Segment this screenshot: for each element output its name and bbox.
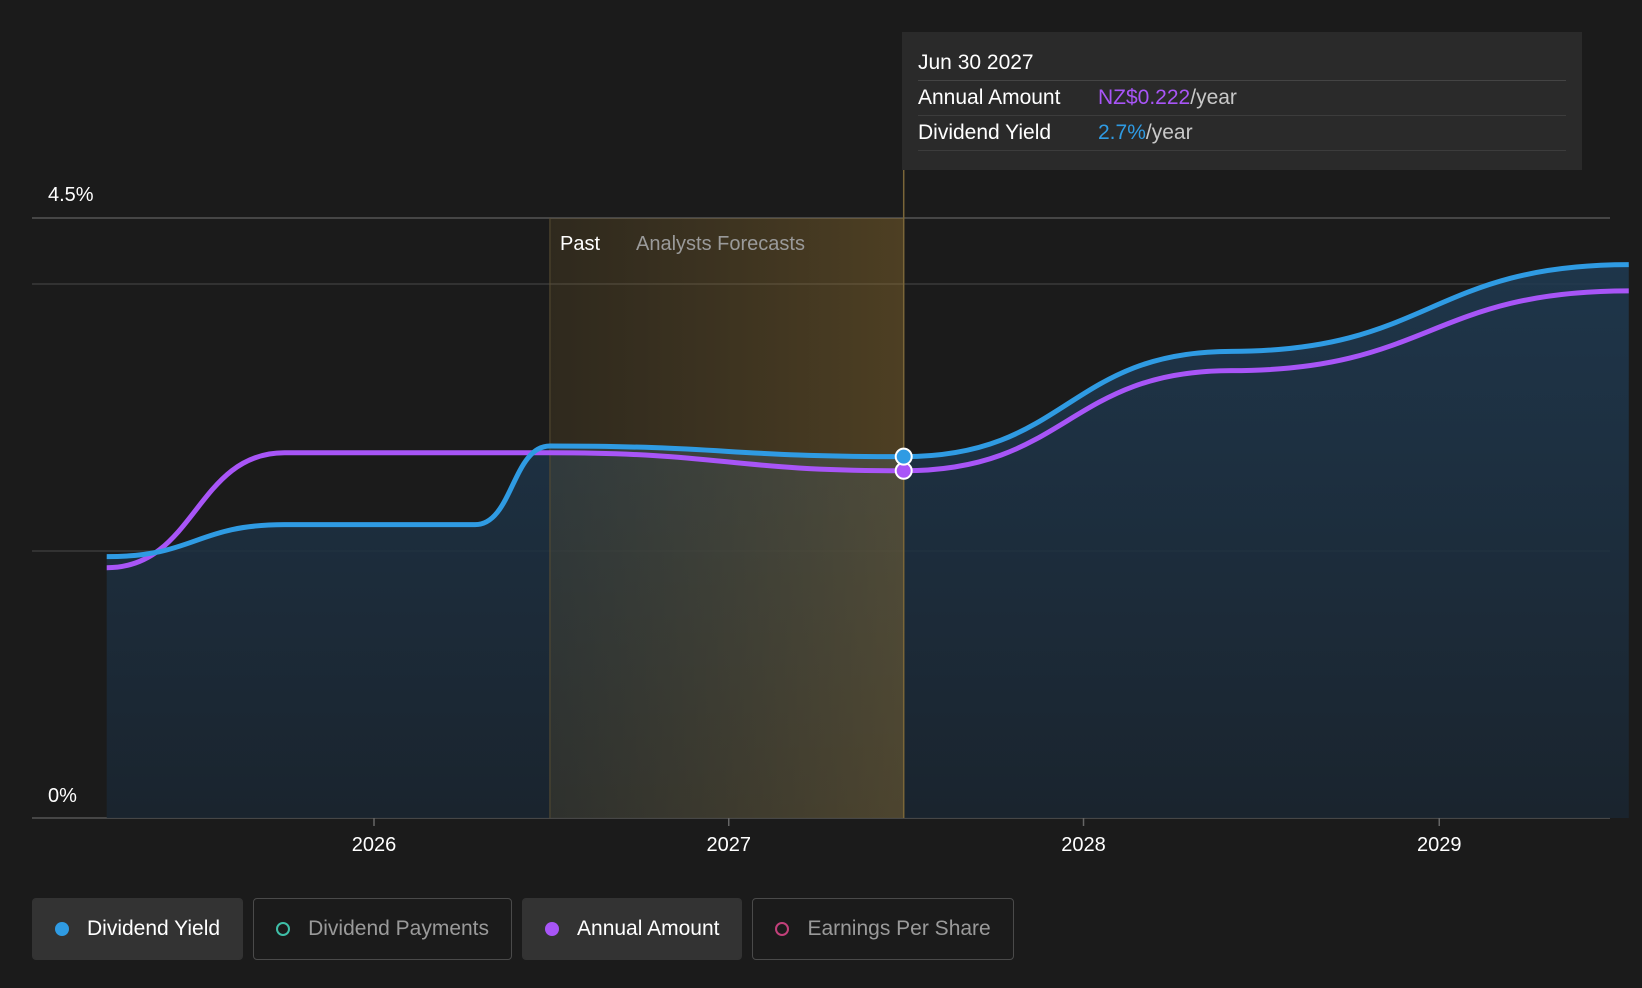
legend-label: Dividend Yield — [87, 917, 221, 940]
tooltip-key: Annual Amount — [918, 86, 1061, 109]
tooltip-value: NZ$0.222 — [1098, 86, 1191, 109]
tooltip-unit: /year — [1190, 86, 1237, 109]
legend-dot-icon — [55, 922, 69, 936]
forecast-label: Analysts Forecasts — [636, 233, 805, 255]
legend-label: Annual Amount — [577, 917, 720, 940]
tooltip-key: Dividend Yield — [918, 121, 1052, 144]
tooltip-row-dividend-yield: Dividend Yield 2.7%/year — [918, 116, 1566, 151]
legend-ring-icon — [775, 922, 790, 936]
past-shade — [549, 218, 904, 818]
legend-dividend-payments[interactable]: Dividend Payments — [253, 898, 513, 960]
tooltip-unit: /year — [1145, 121, 1193, 144]
x-tick-label: 2027 — [707, 834, 752, 856]
legend-label: Earnings Per Share — [807, 917, 991, 940]
past-region — [549, 170, 905, 818]
hover-tooltip: Jun 30 2027 Annual Amount NZ$0.222/year … — [902, 32, 1582, 170]
legend-dividend-yield[interactable]: Dividend Yield — [32, 898, 244, 960]
legend: Dividend Yield Dividend Payments Annual … — [32, 898, 1014, 960]
x-ticks: 2026 2027 2028 2029 — [352, 818, 1462, 856]
x-tick-label: 2028 — [1061, 834, 1106, 856]
y-max-label: 4.5% — [48, 184, 94, 206]
past-label: Past — [560, 233, 600, 255]
dividend-yield-marker — [894, 447, 913, 466]
legend-annual-amount[interactable]: Annual Amount — [522, 898, 743, 960]
legend-label: Dividend Payments — [308, 917, 490, 940]
tooltip-date: Jun 30 2027 — [918, 46, 1566, 81]
tooltip-value: 2.7% — [1098, 121, 1146, 144]
legend-dot-icon — [545, 922, 560, 936]
x-tick-label: 2026 — [352, 834, 397, 856]
legend-ring-icon — [276, 922, 291, 936]
legend-earnings-per-share[interactable]: Earnings Per Share — [752, 898, 1014, 960]
x-tick-label: 2029 — [1417, 834, 1462, 856]
tooltip-row-annual-amount: Annual Amount NZ$0.222/year — [918, 81, 1566, 116]
y-min-label: 0% — [48, 785, 77, 807]
